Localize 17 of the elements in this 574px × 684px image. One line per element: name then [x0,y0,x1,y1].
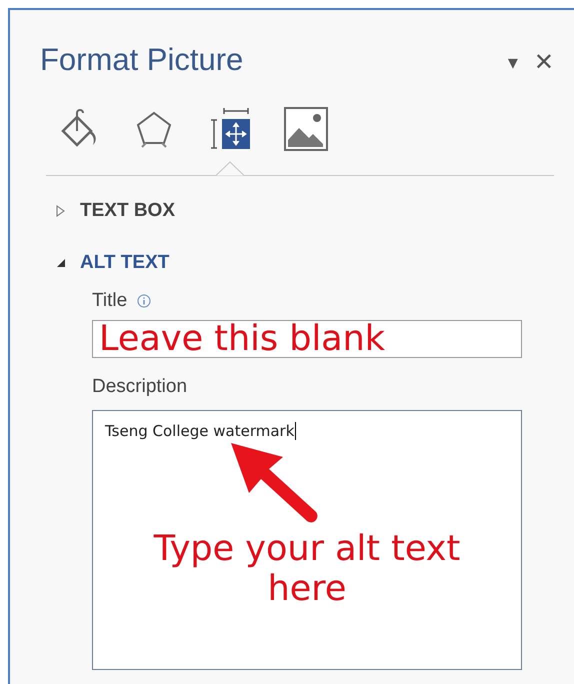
section-header[interactable]: ALT TEXT [56,252,574,274]
expand-triangle-icon [56,205,66,217]
size-position-icon [208,107,252,151]
pane-title: Format Picture [40,42,244,78]
description-label: Description [92,376,188,398]
section-header[interactable]: TEXT BOX [56,200,574,222]
close-button[interactable]: ✕ [532,48,556,76]
collapse-triangle-icon [56,257,66,269]
annotation-text: Type your alt text here [152,529,462,610]
annotation-text: Leave this blank [99,321,386,357]
description-value: Tseng College watermark [105,422,296,440]
title-field[interactable]: Leave this blank [92,320,522,358]
description-field[interactable]: Tseng College watermark Type your alt text here [92,410,522,670]
title-label: Title [92,290,128,312]
image-icon [283,106,329,152]
pane-options-button[interactable]: ▾ [506,50,520,74]
info-icon [137,294,152,308]
